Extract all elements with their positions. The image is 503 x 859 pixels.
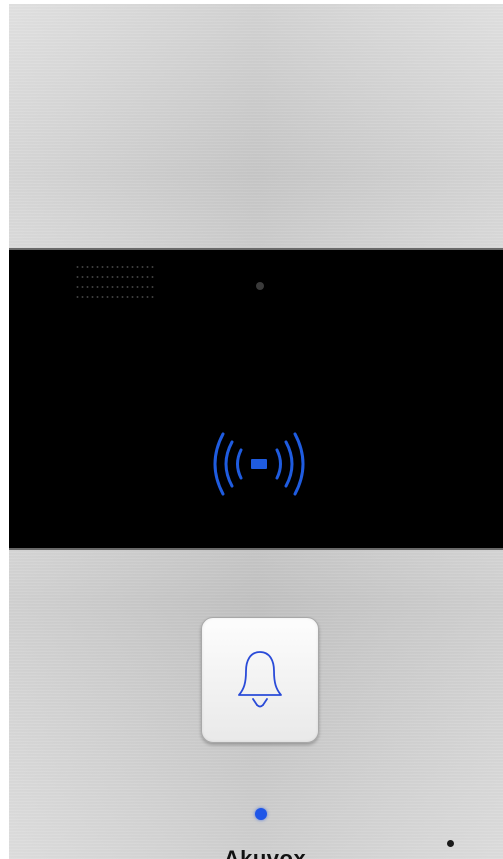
sensor-dot (447, 840, 454, 847)
black-reader-panel (9, 248, 503, 550)
brand-logo: Akuvox (223, 846, 307, 859)
rfid-card-icon[interactable] (205, 426, 313, 502)
call-button[interactable] (201, 617, 319, 743)
bell-icon (238, 651, 282, 708)
door-intercom-panel: Akuvox (9, 4, 503, 859)
speaker-grille-icon (75, 266, 155, 312)
status-led-indicator (255, 808, 267, 820)
microphone-hole (256, 282, 264, 290)
